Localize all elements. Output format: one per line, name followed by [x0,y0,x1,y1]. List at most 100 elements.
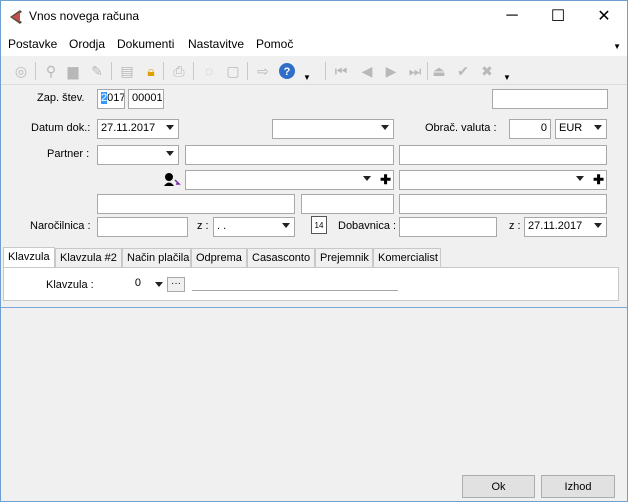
calendar-icon[interactable]: 14 [311,216,327,234]
address-field-2[interactable] [301,194,394,214]
dobavnica-field[interactable] [399,217,497,237]
partner-code-combo[interactable] [97,145,179,165]
partner-extra-field[interactable] [399,145,607,165]
menu-orodja[interactable]: Orodja [69,37,105,51]
main-window: Vnos novega računa ─ ☐ ✕ Postavke Orodja… [0,0,628,502]
menu-overflow-icon[interactable]: ▼ [613,42,621,51]
nav-prev-icon[interactable]: ◀ [357,61,377,81]
tab-content: Klavzula : 0 ··· [3,267,619,301]
z-date-combo-1[interactable]: . . [213,217,295,237]
contact-combo-2[interactable]: ✚ [399,170,607,190]
toolbar-separator [163,62,164,80]
klavzula-value: 0 [134,277,141,289]
z-date-2-value: 27.11.2017 [528,220,583,232]
maximize-button[interactable]: ☐ [535,1,581,31]
print-icon[interactable]: ⎙ [169,61,189,81]
menu-postavke[interactable]: Postavke [8,37,57,51]
key-icon[interactable]: ⚲ [41,61,61,81]
paste-icon[interactable]: ▢ [223,61,243,81]
menu-bar: Postavke Orodja Dokumenti Nastavitve Pom… [1,32,627,56]
help-icon[interactable]: ? [277,61,297,81]
window-title: Vnos novega računa [29,9,140,23]
zap-label: Zap. štev. [37,92,85,104]
app-logo-icon [10,10,22,24]
tab-komercialist[interactable]: Komercialist [373,248,441,267]
lock-icon[interactable]: 🔒︎ [141,61,161,81]
obrac-amount-field[interactable]: 0 [509,119,551,139]
chevron-down-icon [576,176,584,181]
delete-icon[interactable]: ▤ [117,61,137,81]
datum-combo[interactable]: 27.11.2017 [97,119,179,139]
cancel-icon[interactable]: ✖ [477,61,497,81]
edit-icon[interactable]: ✎ [87,61,107,81]
chevron-down-icon [282,223,290,228]
tab-klavzula[interactable]: Klavzula [3,247,55,268]
zap-year-field[interactable]: 2017 [97,89,125,109]
partner-name-field[interactable] [185,145,394,165]
nav-last-icon[interactable]: ⏭ [405,61,425,81]
address-field-1[interactable] [97,194,295,214]
z-label-1: z : [197,220,209,232]
first-icon[interactable]: ◎ [11,61,31,81]
contact-person-icon[interactable] [163,172,181,188]
title-bar: Vnos novega računa ─ ☐ ✕ [1,1,627,32]
menu-dokumenti[interactable]: Dokumenti [117,37,174,51]
confirm-icon[interactable]: ✔ [453,61,473,81]
plus-icon[interactable]: ✚ [593,172,604,188]
chevron-down-icon [381,125,389,130]
toolbar-separator [35,62,36,80]
narocilnica-label: Naročilnica : [30,220,91,232]
save-icon[interactable]: ▆ [63,61,83,81]
klavzula-label: Klavzula : [46,279,94,291]
obrac-label: Obrač. valuta : [425,122,497,134]
export-icon[interactable]: ⇨ [253,61,273,81]
klavzula-combo[interactable]: 0 [103,275,165,295]
chevron-down-icon [594,125,602,130]
calendar-day: 14 [314,221,324,230]
chevron-down-icon [594,223,602,228]
datum-value: 27.11.2017 [101,122,156,134]
nav-next-icon[interactable]: ▶ [381,61,401,81]
z-label-2: z : [509,220,521,232]
izhod-button[interactable]: Izhod [541,475,615,498]
z-date-1-value: . . [217,220,227,232]
toolbar-separator [325,62,326,80]
dobavnica-label: Dobavnica : [338,220,397,232]
tab-casasconto[interactable]: Casasconto [247,248,315,267]
address-field-3[interactable] [399,194,607,214]
datum-label: Datum dok.: [31,122,91,134]
svg-text:?: ? [284,66,291,78]
chevron-down-icon [166,151,174,156]
tab-prejemnik[interactable]: Prejemnik [315,248,373,267]
menu-pomoc[interactable]: Pomoč [256,37,293,51]
nav-up-icon[interactable]: ⏏ [429,61,449,81]
tab-nacin-placila[interactable]: Način plačila [122,248,191,267]
close-button[interactable]: ✕ [581,1,627,31]
chevron-down-icon [166,125,174,130]
plus-icon[interactable]: ✚ [380,172,391,188]
toolbar-separator [111,62,112,80]
klavzula-text-field[interactable] [192,275,398,291]
nav-dropdown-icon[interactable]: ▼ [497,67,517,87]
top-right-field[interactable] [492,89,608,109]
tab-odprema[interactable]: Odprema [191,248,247,267]
toolbar-separator [427,62,428,80]
z-date-combo-2[interactable]: 27.11.2017 [524,217,607,237]
tab-klavzula-2[interactable]: Klavzula #2 [55,248,122,267]
copy-icon[interactable]: ◌ [199,61,219,81]
middle-combo[interactable] [272,119,394,139]
toolbar-separator [193,62,194,80]
nav-first-icon[interactable]: ⏮ [331,61,351,81]
partner-label: Partner : [47,148,90,160]
contact-combo-1[interactable]: ✚ [185,170,394,190]
klavzula-browse-button[interactable]: ··· [167,277,185,292]
ok-button[interactable]: Ok [462,475,535,498]
menu-nastavitve[interactable]: Nastavitve [188,37,244,51]
help-dropdown-icon[interactable]: ▼ [297,67,317,87]
zap-number-field[interactable]: 00001 [128,89,164,109]
narocilnica-field[interactable] [97,217,188,237]
toolbar-separator [247,62,248,80]
minimize-button[interactable]: ─ [489,1,535,31]
currency-combo[interactable]: EUR [555,119,607,139]
zap-year-rest: 017 [107,92,125,104]
